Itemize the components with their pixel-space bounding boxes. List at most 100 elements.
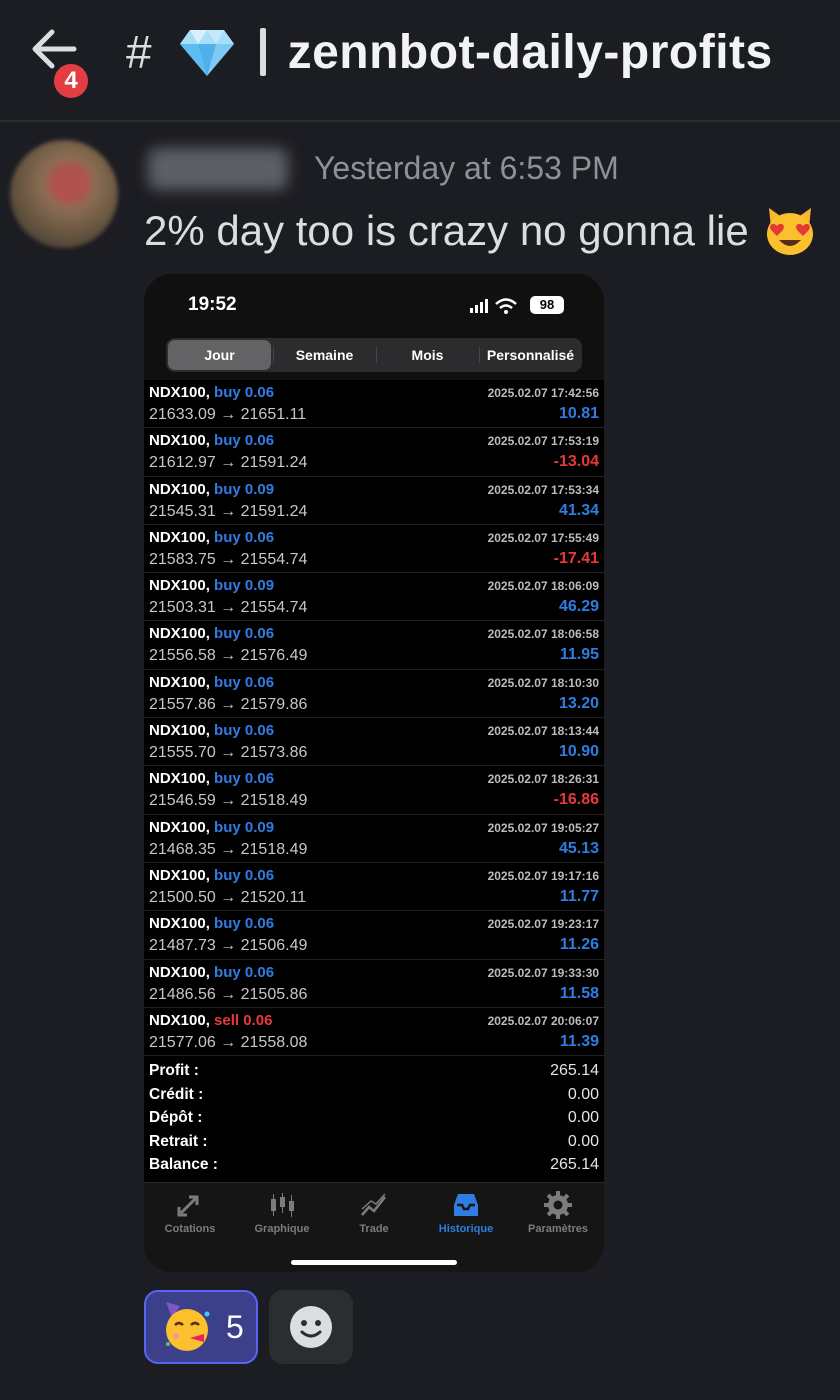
avatar[interactable]: [10, 140, 118, 248]
trade-row[interactable]: NDX100, buy 0.06 21612.97 → 21591.24 2025.…: [144, 428, 604, 477]
symbol-name: NDX100,: [149, 577, 210, 595]
trade-prices: 21545.31 → 21591.24: [149, 502, 308, 520]
summary-label: Dépôt :: [149, 1109, 203, 1127]
trade-row[interactable]: NDX100, buy 0.06 21487.73 → 21506.49 2025.…: [144, 911, 604, 960]
reaction-partying-face[interactable]: 5: [144, 1290, 258, 1364]
symbol-name: NDX100,: [149, 915, 210, 933]
trade-prices: 21500.50 → 21520.11: [149, 888, 307, 906]
trade-prices: 21556.58 → 21576.49: [149, 647, 308, 665]
trade-symbol: NDX100, buy 0.09: [149, 819, 274, 836]
trade-profit: 10.81: [558, 405, 599, 422]
symbol-name: NDX100,: [149, 1011, 210, 1029]
account-summary: Profit :265.14 Crédit :0.00 Dépôt :0.00 Ret…: [144, 1062, 604, 1180]
symbol-name: NDX100,: [149, 866, 210, 884]
summary-value: 0.00: [567, 1132, 599, 1150]
segment-personnalisé[interactable]: Personnalisé: [479, 338, 582, 372]
trade-prices: 21633.09 → 21651.11: [149, 406, 307, 423]
segment-mois[interactable]: Mois: [376, 338, 479, 372]
trade-datetime: 2025.02.07 17:55:49: [487, 530, 599, 545]
trade-row[interactable]: NDX100, buy 0.06 21633.09 → 21651.11 2025.…: [144, 380, 604, 429]
trade-symbol: NDX100, buy 0.09: [149, 481, 274, 498]
segment-jour[interactable]: Jour: [168, 340, 271, 370]
summary-value: 265.14: [550, 1062, 599, 1079]
tab-label: Paramètres: [528, 1223, 588, 1235]
trade-row[interactable]: NDX100, buy 0.09 21503.31 → 21554.74 2025.…: [144, 573, 604, 622]
trade-symbol: NDX100, sell 0.06: [149, 1012, 272, 1029]
tab-graphique[interactable]: Graphique: [236, 1189, 328, 1235]
trade-row[interactable]: NDX100, buy 0.09 21545.31 → 21591.24 2025.…: [144, 477, 604, 525]
trade-row[interactable]: NDX100, buy 0.06 21555.70 → 21573.86 2025.…: [144, 718, 604, 767]
trade-datetime: 2025.02.07 19:23:17: [487, 917, 599, 932]
trade-side: sell 0.06: [214, 1011, 273, 1029]
tab-label: Historique: [438, 1223, 494, 1235]
trade-row[interactable]: NDX100, buy 0.09 21468.35 → 21518.49 2025.…: [144, 815, 604, 863]
trade-datetime: 2025.02.07 18:26:31: [487, 772, 599, 787]
trade-profit: -13.04: [553, 453, 599, 471]
summary-label: Crédit :: [149, 1085, 204, 1103]
summary-row: Dépôt : 0.00: [144, 1109, 604, 1133]
trade-row[interactable]: NDX100, buy 0.06 21557.86 → 21579.86 2025.…: [144, 670, 604, 719]
trade-row[interactable]: NDX100, buy 0.06 21500.50 → 21520.11 2025.…: [144, 863, 604, 912]
message-timestamp: Yesterday at 6:53 PM: [314, 150, 619, 186]
trade-side: buy 0.06: [214, 625, 275, 643]
trade-history-screenshot[interactable]: 19:52 98 Jour Semaine Mois Personnalisé NDX…: [144, 274, 604, 1272]
trade-datetime: 2025.02.07 18:06:09: [487, 579, 599, 594]
username-blurred[interactable]: [148, 148, 288, 190]
add-reaction-button[interactable]: [269, 1290, 353, 1364]
trade-row[interactable]: NDX100, buy 0.06 21556.58 → 21576.49 2025.…: [144, 621, 604, 670]
trade-row[interactable]: NDX100, buy 0.06 21546.59 → 21518.49 2025.…: [144, 766, 604, 815]
symbol-name: NDX100,: [149, 625, 210, 643]
partying-face-icon: [166, 1302, 210, 1351]
signal-wifi-icon: [470, 298, 517, 314]
trade-datetime: 2025.02.07 18:06:58: [487, 627, 599, 642]
trade-prices: 21555.70 → 21573.86: [149, 744, 308, 762]
segment-semaine[interactable]: Semaine: [273, 338, 376, 372]
symbol-name: NDX100,: [149, 528, 210, 546]
tab-parametres[interactable]: Paramètres: [512, 1189, 604, 1235]
tab-label: Graphique: [254, 1223, 310, 1235]
trade-side: buy 0.09: [214, 577, 275, 595]
trade-datetime: 2025.02.07 19:17:16: [487, 868, 599, 883]
tab-cotations[interactable]: Cotations: [144, 1189, 236, 1235]
trade-profit: 11.95: [559, 646, 599, 664]
trade-row[interactable]: NDX100, sell 0.06 21577.06 → 21558.08 2025…: [144, 1008, 604, 1057]
trade-datetime: 2025.02.07 18:13:44: [487, 724, 599, 739]
tab-historique[interactable]: Historique: [420, 1189, 512, 1235]
trade-profit: 45.13: [558, 839, 599, 857]
summary-row: Balance : 265.14: [144, 1156, 604, 1180]
trade-datetime: 2025.02.07 19:05:27: [487, 820, 599, 835]
trade-profit: 10.90: [558, 743, 599, 761]
settings-gear-icon: [544, 1191, 572, 1219]
summary-row: Profit : 265.14: [144, 1062, 604, 1086]
trade-list: NDX100, buy 0.06 21633.09 → 21651.11 2025.…: [144, 380, 604, 1057]
trade-prices: 21583.75 → 21554.74: [149, 550, 308, 568]
symbol-name: NDX100,: [149, 673, 210, 691]
summary-label: Balance :: [149, 1156, 218, 1174]
symbol-name: NDX100,: [149, 963, 210, 981]
trade-symbol: NDX100, buy 0.06: [149, 674, 274, 691]
trade-profit: 46.29: [558, 598, 599, 616]
battery-indicator: 98: [530, 296, 564, 314]
summary-value: 0.00: [567, 1085, 599, 1103]
trade-prices: 21577.06 → 21558.08: [149, 1033, 308, 1051]
trade-side: buy 0.09: [214, 818, 275, 836]
trade-symbol: NDX100, buy 0.06: [149, 770, 274, 787]
trade-side: buy 0.06: [214, 866, 275, 884]
phone-status-bar: 19:52 98: [144, 274, 604, 334]
reaction-count: 5: [226, 1308, 244, 1345]
summary-label: Profit :: [149, 1062, 199, 1079]
channel-name: zennbot-daily-profits: [287, 25, 773, 79]
channel-title[interactable]: # zennbot-daily-profits: [126, 22, 773, 82]
history-inbox-icon: [454, 1194, 478, 1216]
trade-datetime: 2025.02.07 18:10:30: [487, 675, 599, 690]
tab-trade[interactable]: Trade: [328, 1189, 420, 1235]
message-text: 2% day too is crazy no gonna lie: [144, 204, 817, 258]
trade-row[interactable]: NDX100, buy 0.06 21486.56 → 21505.86 2025.…: [144, 960, 604, 1008]
trade-side: buy 0.06: [214, 432, 275, 450]
trade-side: buy 0.06: [214, 384, 275, 401]
trade-row[interactable]: NDX100, buy 0.06 21583.75 → 21554.74 2025.…: [144, 525, 604, 574]
trade-datetime: 2025.02.07 17:42:56: [487, 386, 599, 400]
trade-profit: 13.20: [558, 694, 599, 712]
trade-profit: -16.86: [553, 791, 599, 809]
summary-label: Retrait :: [149, 1132, 208, 1150]
